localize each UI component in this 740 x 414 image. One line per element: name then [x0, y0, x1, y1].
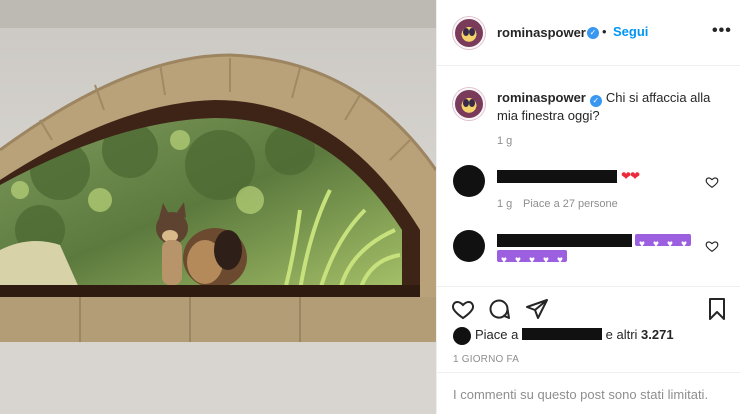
liker-avatar[interactable] — [453, 327, 471, 345]
comment-emoji: ❤❤ — [621, 169, 640, 183]
redacted-comment-text — [497, 234, 632, 247]
post-timestamp[interactable]: 1 GIORNO FA — [453, 354, 519, 365]
heart-icon[interactable] — [451, 297, 475, 321]
caption-age: 1 g — [497, 135, 513, 147]
caption: rominaspower ✓ Chi si affaccia alla mia fi… — [497, 89, 717, 125]
caption-avatar[interactable] — [453, 88, 485, 120]
post-actions: Piace a e altri 3.271 1 GIORNO FA — [437, 286, 740, 366]
caption-username[interactable]: rominaspower — [497, 90, 586, 105]
comment-likes[interactable]: Piace a 27 persone — [523, 198, 618, 210]
separator-dot: • — [602, 24, 607, 39]
comment-age: 1 g — [497, 198, 513, 210]
verified-badge-icon: ✓ — [587, 27, 599, 39]
share-icon[interactable] — [525, 297, 549, 321]
comment-avatar[interactable] — [453, 230, 485, 262]
redacted-liker-name — [522, 328, 602, 340]
follow-button[interactable]: Segui — [613, 24, 648, 39]
caption-verified-icon: ✓ — [589, 95, 602, 107]
comments-limited-text: I commenti su questo post sono stati lim… — [453, 387, 709, 402]
purple-hearts-row: ♥ ♥ ♥ ♥ ♥ — [497, 250, 567, 266]
redacted-comment-text — [497, 170, 617, 183]
username-link[interactable]: rominaspower — [497, 25, 586, 40]
post-header: rominaspower ✓ • Segui ••• — [437, 0, 740, 66]
bookmark-icon[interactable] — [705, 297, 729, 321]
more-options-icon[interactable]: ••• — [712, 22, 732, 40]
comment-like-heart-icon[interactable] — [705, 239, 719, 253]
comments-limited-footer: I commenti su questo post sono stati lim… — [437, 372, 740, 414]
post-photo[interactable] — [0, 0, 436, 414]
comment-icon[interactable] — [487, 297, 511, 321]
purple-hearts-row: ♥ ♥ ♥ ♥ — [635, 234, 691, 250]
user-avatar[interactable] — [453, 17, 485, 49]
cat-window-image — [0, 0, 436, 414]
comment-avatar[interactable] — [453, 165, 485, 197]
post-side-panel: rominaspower ✓ • Segui ••• rominaspower ✓… — [436, 0, 740, 414]
comment-like-heart-icon[interactable] — [705, 175, 719, 189]
instagram-post: rominaspower ✓ • Segui ••• rominaspower ✓… — [0, 0, 740, 414]
likes-summary[interactable]: Piace a e altri 3.271 — [475, 327, 674, 342]
